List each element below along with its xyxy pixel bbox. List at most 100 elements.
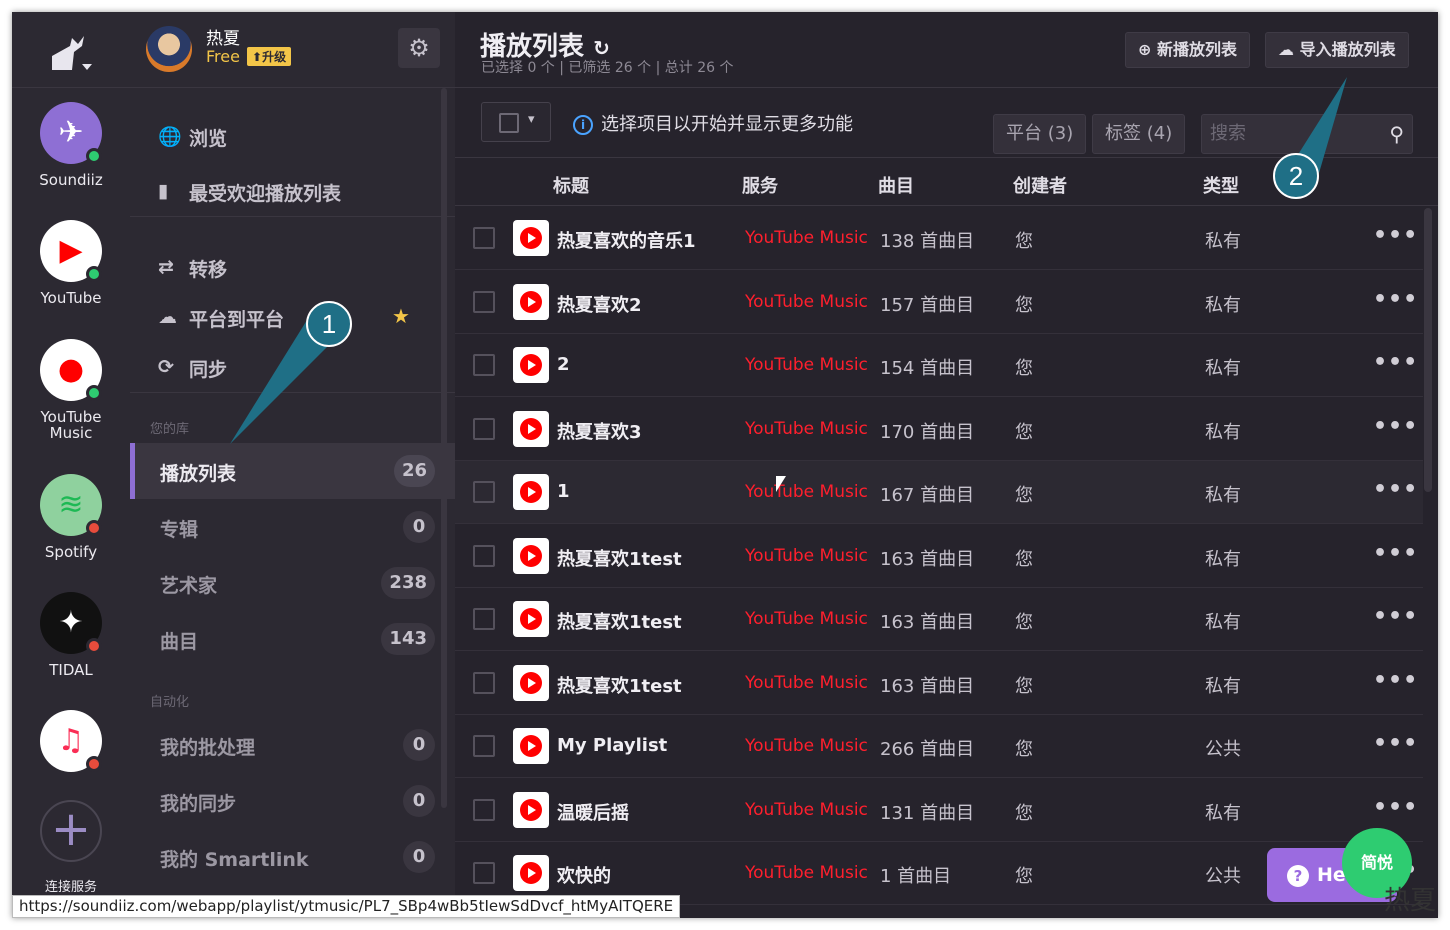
new-playlist-label: 新播放列表 [1156, 40, 1237, 59]
row-checkbox[interactable] [473, 417, 495, 440]
table-row[interactable]: 热夏喜欢3 YouTube Music 170 首曲目 您 私有 ••• [455, 398, 1423, 461]
more-options-icon[interactable]: ••• [1373, 223, 1418, 248]
status-dot [86, 266, 102, 282]
column-creator[interactable]: 创建者 [1013, 172, 1067, 198]
row-checkbox[interactable] [473, 862, 495, 884]
more-options-icon[interactable]: ••• [1373, 414, 1418, 439]
youtube-music-icon [513, 347, 549, 383]
playlist-title[interactable]: 欢快的 [557, 862, 611, 888]
table-row[interactable]: 热夏喜欢1test YouTube Music 163 首曲目 您 私有 ••• [455, 525, 1423, 588]
playlist-title[interactable]: 1 [557, 481, 570, 502]
column-service[interactable]: 服务 [742, 172, 778, 198]
table-row[interactable]: 1 YouTube Music 167 首曲目 您 私有 ••• [455, 461, 1423, 524]
user-panel: 热夏 Free ⬆升级 ⚙ [130, 12, 455, 88]
soundiiz-logo[interactable] [12, 12, 130, 88]
table-row[interactable]: 热夏喜欢1test YouTube Music 163 首曲目 您 私有 ••• [455, 588, 1423, 651]
playlist-title[interactable]: 热夏喜欢1test [557, 545, 682, 571]
mouse-cursor-icon [776, 476, 786, 492]
more-options-icon[interactable]: ••• [1373, 668, 1418, 693]
library-item[interactable]: 曲目 143 [130, 611, 455, 667]
row-checkbox[interactable] [473, 798, 495, 821]
plus-circle-icon: ⊕ [1138, 40, 1152, 59]
table-row[interactable]: My Playlist YouTube Music 266 首曲目 您 公共 ••• [455, 715, 1423, 778]
row-checkbox[interactable] [473, 735, 495, 757]
automation-item[interactable]: 我的同步 0 [130, 773, 455, 829]
service-youtube-music[interactable]: ● YouTube Music [12, 339, 130, 441]
new-playlist-button[interactable]: ⊕ 新播放列表 [1125, 32, 1250, 68]
column-title[interactable]: 标题 [553, 172, 589, 198]
playlist-title[interactable]: 热夏喜欢3 [557, 418, 642, 444]
status-dot [86, 638, 102, 654]
gear-icon[interactable]: ⚙ [398, 28, 440, 68]
add-service-icon[interactable]: + [40, 800, 102, 862]
search-icon[interactable]: ⚲ [1389, 115, 1404, 153]
service-label: YouTube [40, 289, 102, 307]
service-youtube[interactable]: ▶ YouTube [12, 220, 130, 306]
playlist-type: 私有 [1205, 675, 1241, 697]
playlist-type: 公共 [1205, 866, 1241, 887]
row-checkbox[interactable] [473, 227, 495, 249]
count-badge: 26 [393, 455, 435, 487]
nav-popular[interactable]: ▮ 最受欢迎播放列表 [130, 166, 455, 216]
more-options-icon[interactable]: ••• [1373, 350, 1418, 375]
youtube-music-icon [513, 220, 549, 256]
sidebar-scrollbar[interactable] [441, 88, 447, 808]
platform-filter-button[interactable]: 平台 (3) [993, 114, 1087, 154]
playlist-title[interactable]: 热夏喜欢2 [557, 291, 642, 317]
playlist-title[interactable]: My Playlist [557, 735, 667, 756]
nav-browse[interactable]: 🌐 浏览 [130, 111, 455, 161]
more-options-icon[interactable]: ••• [1373, 604, 1418, 629]
playlist-title[interactable]: 2 [557, 354, 570, 375]
table-row[interactable]: 温暖后摇 YouTube Music 131 首曲目 您 私有 ••• [455, 779, 1423, 842]
library-caption: 您的库 [150, 422, 190, 437]
select-all-checkbox[interactable] [499, 113, 519, 133]
service-tidal[interactable]: ✦ TIDAL [12, 592, 130, 678]
automation-item[interactable]: 我的批处理 0 [130, 717, 455, 773]
table-row[interactable]: 热夏喜欢的音乐1 YouTube Music 138 首曲目 您 私有 ••• [455, 207, 1423, 270]
library-item[interactable]: 艺术家 238 [130, 555, 455, 611]
status-dot [86, 385, 102, 401]
playlist-tracks: 170 首曲目 [880, 421, 975, 443]
count-badge: 0 [403, 729, 435, 761]
more-options-icon[interactable]: ••• [1373, 731, 1418, 756]
row-checkbox[interactable] [473, 671, 495, 694]
table-row[interactable]: 2 YouTube Music 154 首曲目 您 私有 ••• [455, 334, 1423, 397]
playlist-creator: 您 [1015, 802, 1033, 824]
import-playlist-button[interactable]: ☁ 导入播放列表 [1265, 32, 1409, 68]
playlist-title[interactable]: 热夏喜欢的音乐1 [557, 227, 696, 253]
row-checkbox[interactable] [473, 354, 495, 376]
row-checkbox[interactable] [473, 481, 495, 503]
plan-label: Free [206, 47, 240, 66]
select-all-dropdown[interactable]: ▾ [481, 102, 551, 142]
avatar[interactable] [146, 26, 192, 72]
table-row[interactable]: 热夏喜欢2 YouTube Music 157 首曲目 您 私有 ••• [455, 271, 1423, 334]
tag-filter-button[interactable]: 标签 (4) [1092, 114, 1186, 154]
row-checkbox[interactable] [473, 608, 495, 630]
more-options-icon[interactable]: ••• [1373, 287, 1418, 312]
nav-transfer[interactable]: ⇄ 转移 [130, 242, 455, 292]
library-item-label: 专辑 [160, 519, 199, 541]
more-options-icon[interactable]: ••• [1373, 477, 1418, 502]
playlist-title[interactable]: 热夏喜欢1test [557, 608, 682, 634]
search-placeholder: 搜索 [1210, 123, 1246, 144]
table-scrollbar[interactable] [1424, 208, 1432, 492]
youtube-icon: ▶ [40, 220, 102, 282]
automation-item[interactable]: 我的 Smartlink 0 [130, 829, 455, 885]
upgrade-badge[interactable]: ⬆升级 [247, 47, 292, 66]
row-checkbox[interactable] [473, 290, 495, 313]
column-tracks[interactable]: 曲目 [878, 172, 914, 198]
playlist-tracks: 138 首曲目 [880, 231, 975, 252]
spotify-icon: ≋ [40, 474, 102, 536]
playlist-creator: 您 [1015, 739, 1033, 760]
more-options-icon[interactable]: ••• [1373, 541, 1418, 566]
service-spotify[interactable]: ≋ Spotify [12, 474, 130, 560]
table-row[interactable]: 热夏喜欢1test YouTube Music 163 首曲目 您 私有 ••• [455, 652, 1423, 715]
more-options-icon[interactable]: ••• [1373, 795, 1418, 820]
service-apple-music[interactable]: ♫ [12, 710, 130, 780]
playlist-title[interactable]: 热夏喜欢1test [557, 672, 682, 698]
column-type[interactable]: 类型 [1203, 172, 1239, 198]
library-item[interactable]: 专辑 0 [130, 499, 455, 555]
service-soundiiz[interactable]: ✈ Soundiiz [12, 102, 130, 188]
playlist-title[interactable]: 温暖后摇 [557, 799, 629, 825]
row-checkbox[interactable] [473, 544, 495, 567]
